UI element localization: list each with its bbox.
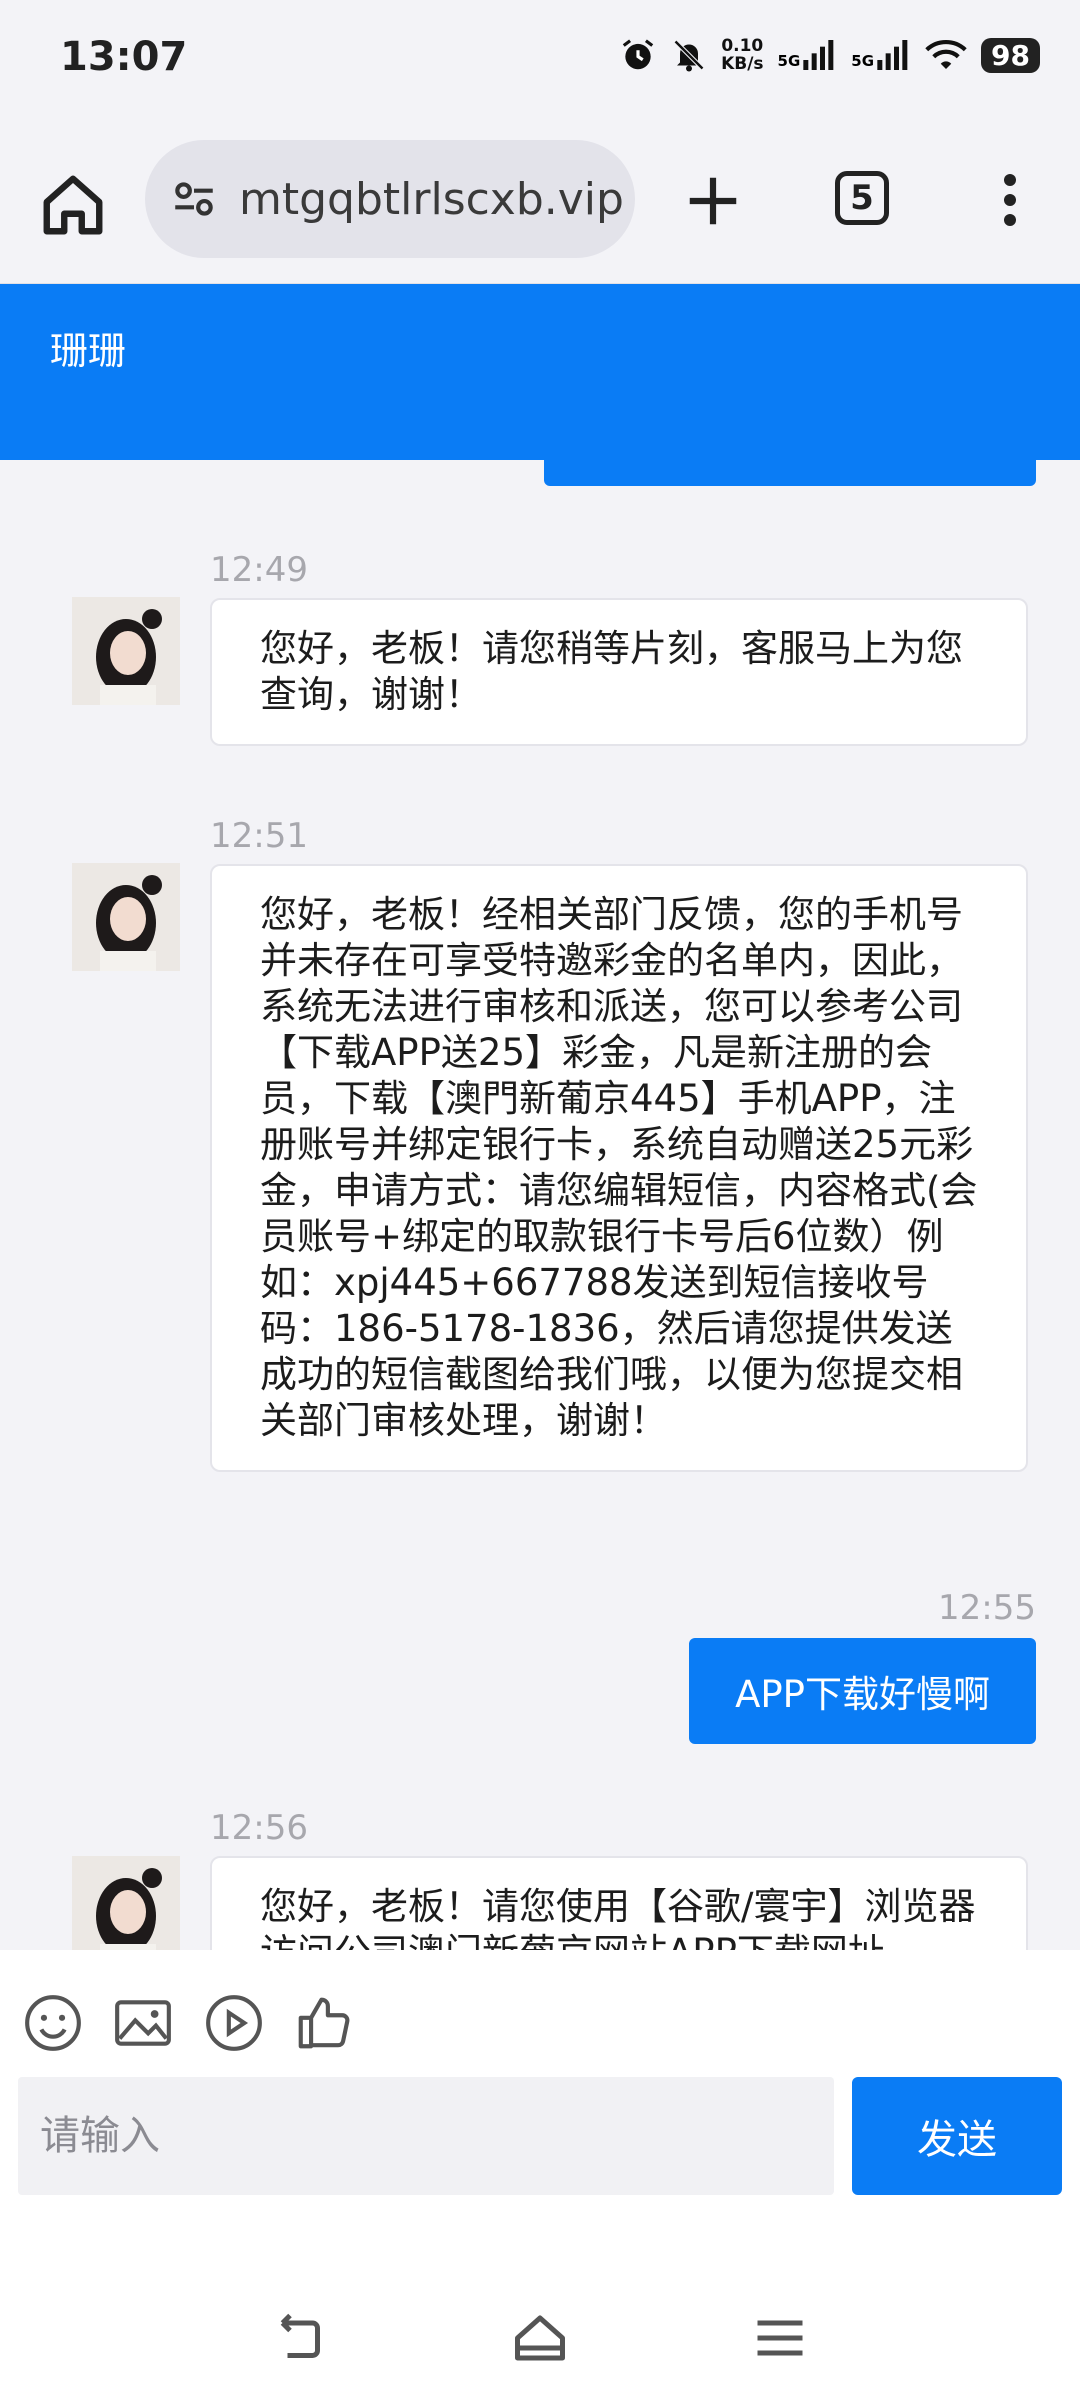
user-message-bubble: APP下载好慢啊 [689,1638,1036,1744]
home-icon[interactable] [38,170,108,240]
message-timestamp: 12:51 [210,816,308,856]
chat-header: 珊珊 [0,284,1080,460]
status-time: 13:07 [60,34,188,80]
url-text[interactable]: mtgqbtlrlscxb.vip [239,174,629,225]
agent-avatar[interactable] [72,597,180,705]
signal-bars-icon [877,40,908,70]
agent-avatar[interactable] [72,1856,180,1950]
more-menu-icon[interactable] [990,170,1030,230]
new-tab-icon[interactable] [682,170,744,232]
status-bar: 13:07 0.10 KB/s 5G 5G 98 [0,0,1080,120]
thumbs-up-icon[interactable] [293,1992,355,2054]
recents-nav-icon[interactable] [750,2308,810,2368]
sim2-label: 5G [851,52,875,70]
chat-title: 珊珊 [50,329,127,373]
message-timestamp: 12:49 [210,550,308,590]
send-button[interactable]: 发送 [852,2077,1062,2195]
wifi-icon [925,38,967,72]
net-speed-unit: KB/s [721,54,764,74]
status-icons: 0.10 KB/s 5G 5G 98 [619,36,1040,74]
message-input[interactable] [18,2077,834,2195]
emoji-icon[interactable] [22,1992,84,2054]
image-icon[interactable] [112,1992,174,2054]
home-nav-icon[interactable] [510,2308,570,2368]
tab-switcher-button[interactable]: 5 [835,171,889,225]
chat-messages[interactable]: 12:49 您好，老板！请您稍等片刻，客服马上为您查询，谢谢！ 12:51 您好… [0,460,1080,1950]
battery-indicator: 98 [981,37,1040,73]
address-bar[interactable]: mtgqbtlrlscxb.vip [145,140,635,258]
message-input-wrapper[interactable] [18,2077,834,2195]
alarm-icon [619,36,657,74]
agent-message-bubble: 您好，老板！请您稍等片刻，客服马上为您查询，谢谢！ [210,598,1028,746]
agent-message-bubble: 您好，老板！经相关部门反馈，您的手机号并未存在可享受特邀彩金的名单内，因此，系统… [210,864,1028,1472]
message-timestamp: 12:55 [938,1588,1036,1628]
mute-bell-icon [671,36,707,74]
signal-bars-icon [803,40,834,70]
agent-message-bubble: 您好，老板！请您使用【谷歌/寰宇】浏览器访问公司澳门新葡京网站APP下载网址 [210,1856,1028,1950]
composer: 发送 [0,1950,1080,2230]
system-nav-bar [0,2230,1080,2400]
browser-toolbar: mtgqbtlrlscxb.vip 5 [0,120,1080,284]
net-speed: 0.10 KB/s [721,37,763,73]
video-icon[interactable] [203,1992,265,2054]
agent-avatar[interactable] [72,863,180,971]
signal-sim1: 5G [778,40,838,70]
net-speed-value: 0.10 [721,36,764,56]
sim1-label: 5G [777,52,801,70]
message-timestamp: 12:56 [210,1808,308,1848]
signal-sim2: 5G [851,40,911,70]
back-nav-icon[interactable] [270,2308,330,2368]
site-settings-icon[interactable] [169,174,219,224]
